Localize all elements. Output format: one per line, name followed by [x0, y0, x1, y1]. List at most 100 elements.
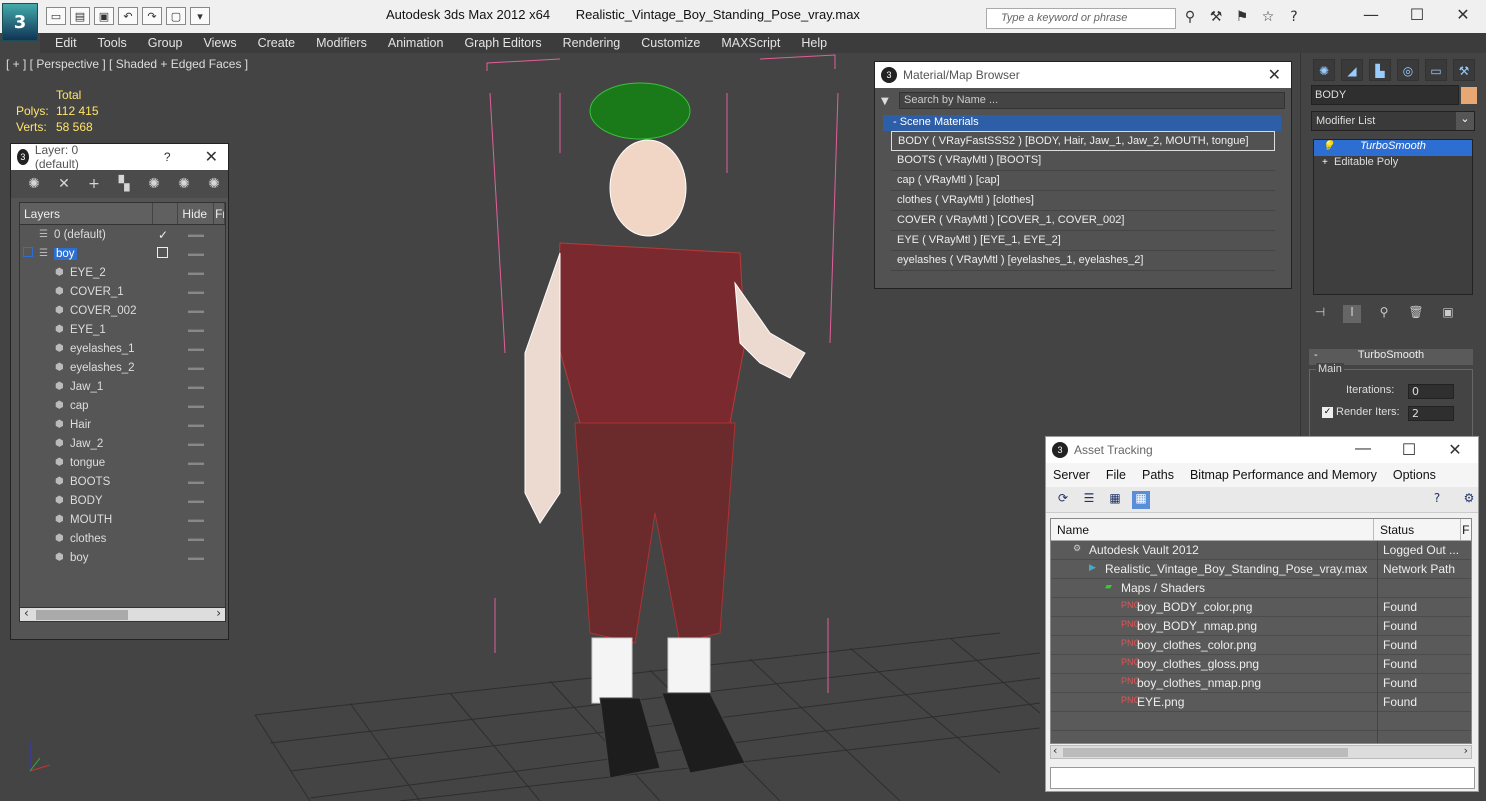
material-search-input[interactable]: Search by Name ...	[899, 92, 1285, 109]
options-dropdown-icon[interactable]: ▼	[881, 96, 889, 107]
material-item[interactable]: EYE ( VRayMtl ) [EYE_1, EYE_2]	[891, 231, 1275, 251]
select-objects-icon[interactable]: ▚	[115, 176, 133, 192]
project-folder-icon[interactable]: ▢	[166, 7, 186, 25]
col-freeze[interactable]: Fr	[214, 203, 225, 224]
list-view-icon[interactable]: ☰	[1080, 491, 1098, 509]
material-item[interactable]: eyelashes ( VRayMtl ) [eyelashes_1, eyel…	[891, 251, 1275, 271]
minimize-icon[interactable]: —	[1340, 440, 1386, 460]
pin-stack-icon[interactable]: ⊣	[1311, 305, 1329, 323]
hide-toggle[interactable]: ▬▬	[188, 420, 204, 429]
hide-toggle[interactable]: ▬▬	[188, 344, 204, 353]
menu-help[interactable]: Help	[801, 36, 827, 50]
layer-row[interactable]: ⬢ boy ▬▬	[20, 548, 225, 567]
layer-row[interactable]: ⬢ Jaw_1 ▬▬	[20, 377, 225, 396]
col-name[interactable]: Name	[1051, 519, 1375, 540]
layer-row[interactable]: ⬢ tongue ▬▬	[20, 453, 225, 472]
layer-row[interactable]: ⬢ EYE_1 ▬▬	[20, 320, 225, 339]
asset-row[interactable]: PNG boy_BODY_nmap.png Found	[1051, 617, 1471, 636]
material-item[interactable]: COVER ( VRayMtl ) [COVER_1, COVER_002]	[891, 211, 1275, 231]
col-extra[interactable]: F	[1461, 519, 1471, 540]
hide-toggle[interactable]: ▬▬	[188, 325, 204, 334]
col-layers[interactable]: Layers	[20, 203, 153, 224]
menu-animation[interactable]: Animation	[388, 36, 444, 50]
utilities-tab-icon[interactable]: ⚒	[1453, 59, 1475, 81]
scroll-right-icon[interactable]: ›	[216, 606, 221, 620]
remove-modifier-icon[interactable]: 🗑	[1407, 305, 1425, 323]
layer-row[interactable]: ⬢ Jaw_2 ▬▬	[20, 434, 225, 453]
menu-tools[interactable]: Tools	[98, 36, 127, 50]
asset-row[interactable]: ⚙ Autodesk Vault 2012 Logged Out ...	[1051, 541, 1471, 560]
expand-plus-icon[interactable]: +	[1322, 157, 1328, 168]
create-tab-icon[interactable]: ✺	[1313, 59, 1335, 81]
layer-row[interactable]: ⬢ cap ▬▬	[20, 396, 225, 415]
table-view-icon[interactable]: ▦	[1132, 490, 1150, 509]
asset-row[interactable]: ▶ Realistic_Vintage_Boy_Standing_Pose_vra…	[1051, 560, 1471, 579]
scroll-thumb[interactable]	[1063, 748, 1348, 757]
asset-row[interactable]: ▰ Maps / Shaders	[1051, 579, 1471, 598]
scroll-right-icon[interactable]: ›	[1464, 744, 1468, 757]
set-current-layer-icon[interactable]	[157, 247, 168, 258]
layer-hscrollbar[interactable]: ‹ ›	[20, 606, 225, 621]
render-iters-spinner[interactable]: 2	[1408, 406, 1454, 421]
modifier-list-dropdown[interactable]: Modifier List ⌄	[1311, 111, 1475, 131]
layer-row[interactable]: ⬢ BOOTS ▬▬	[20, 472, 225, 491]
motion-tab-icon[interactable]: ◎	[1397, 59, 1419, 81]
object-name-field[interactable]: BODY	[1311, 85, 1459, 105]
layer-row[interactable]: ⬢ COVER_002 ▬▬	[20, 301, 225, 320]
close-icon[interactable]: ✕	[1440, 0, 1486, 30]
subscription-icon[interactable]: ⚒	[1206, 9, 1226, 27]
col-hide[interactable]: Hide	[178, 203, 215, 224]
layer-row[interactable]: ⬢ COVER_1 ▬▬	[20, 282, 225, 301]
hide-toggle[interactable]: ▬▬	[188, 477, 204, 486]
modify-tab-icon[interactable]: ◢	[1341, 59, 1363, 81]
refresh-icon[interactable]: ⟳	[1054, 491, 1072, 509]
render-iters-checkbox[interactable]: ✓	[1322, 407, 1333, 418]
scroll-left-icon[interactable]: ‹	[1053, 744, 1057, 757]
hide-toggle[interactable]: ▬▬	[188, 306, 204, 315]
material-item[interactable]: clothes ( VRayMtl ) [clothes]	[891, 191, 1275, 211]
asset-menu-file[interactable]: File	[1106, 468, 1126, 482]
help-button[interactable]: ?	[164, 150, 171, 164]
minimize-icon[interactable]: —	[1348, 0, 1394, 30]
menu-create[interactable]: Create	[258, 36, 296, 50]
asset-hscrollbar[interactable]: ‹ ›	[1050, 744, 1472, 759]
stack-item-turbosmooth[interactable]: 💡 TurboSmooth	[1314, 140, 1472, 156]
hide-toggle[interactable]: ▬▬	[188, 439, 204, 448]
hierarchy-tab-icon[interactable]: ▙	[1369, 59, 1391, 81]
stack-item-editable-poly[interactable]: + Editable Poly	[1314, 156, 1472, 172]
scroll-thumb[interactable]	[36, 610, 128, 620]
help-icon[interactable]: ?	[1284, 9, 1304, 27]
material-item[interactable]: BOOTS ( VRayMtl ) [BOOTS]	[891, 151, 1275, 171]
asset-row[interactable]	[1051, 731, 1471, 743]
asset-row[interactable]: PNG EYE.png Found	[1051, 693, 1471, 712]
help-search-input[interactable]: Type a keyword or phrase	[986, 8, 1176, 29]
hide-toggle[interactable]: ▬▬	[188, 268, 204, 277]
layer-panel-titlebar[interactable]: 3 Layer: 0 (default) ? ✕	[11, 143, 228, 171]
display-tab-icon[interactable]: ▭	[1425, 59, 1447, 81]
hide-all-icon[interactable]: ✺	[175, 176, 193, 192]
create-layer-icon[interactable]: ✺	[25, 176, 43, 192]
save-file-icon[interactable]: ▣	[94, 7, 114, 25]
asset-tracking-titlebar[interactable]: 3 Asset Tracking — ☐ ✕	[1046, 437, 1478, 463]
add-to-layer-icon[interactable]: +	[85, 176, 103, 192]
hide-toggle[interactable]: ▬▬	[188, 534, 204, 543]
maximize-icon[interactable]: ☐	[1386, 440, 1432, 460]
material-item[interactable]: cap ( VRayMtl ) [cap]	[891, 171, 1275, 191]
new-file-icon[interactable]: ▭	[46, 7, 66, 25]
hide-toggle[interactable]: ▬▬	[188, 496, 204, 505]
open-file-icon[interactable]: ▤	[70, 7, 90, 25]
scene-materials-group[interactable]: - Scene Materials	[883, 115, 1281, 131]
vault-help-icon[interactable]: ?	[1428, 491, 1446, 509]
menu-customize[interactable]: Customize	[641, 36, 700, 50]
collapse-toggle-icon[interactable]	[23, 247, 33, 257]
asset-row[interactable]: PNG boy_clothes_gloss.png Found	[1051, 655, 1471, 674]
asset-row[interactable]: PNG boy_clothes_nmap.png Found	[1051, 674, 1471, 693]
boy-model[interactable]	[524, 82, 806, 779]
hide-toggle[interactable]: ▬▬	[188, 401, 204, 410]
menu-rendering[interactable]: Rendering	[563, 36, 621, 50]
close-icon[interactable]: ✕	[1268, 65, 1281, 85]
highlight-layer-icon[interactable]: ✺	[145, 176, 163, 192]
layer-row[interactable]: ⬢ BODY ▬▬	[20, 491, 225, 510]
menu-modifiers[interactable]: Modifiers	[316, 36, 367, 50]
object-color-swatch[interactable]	[1461, 87, 1477, 104]
